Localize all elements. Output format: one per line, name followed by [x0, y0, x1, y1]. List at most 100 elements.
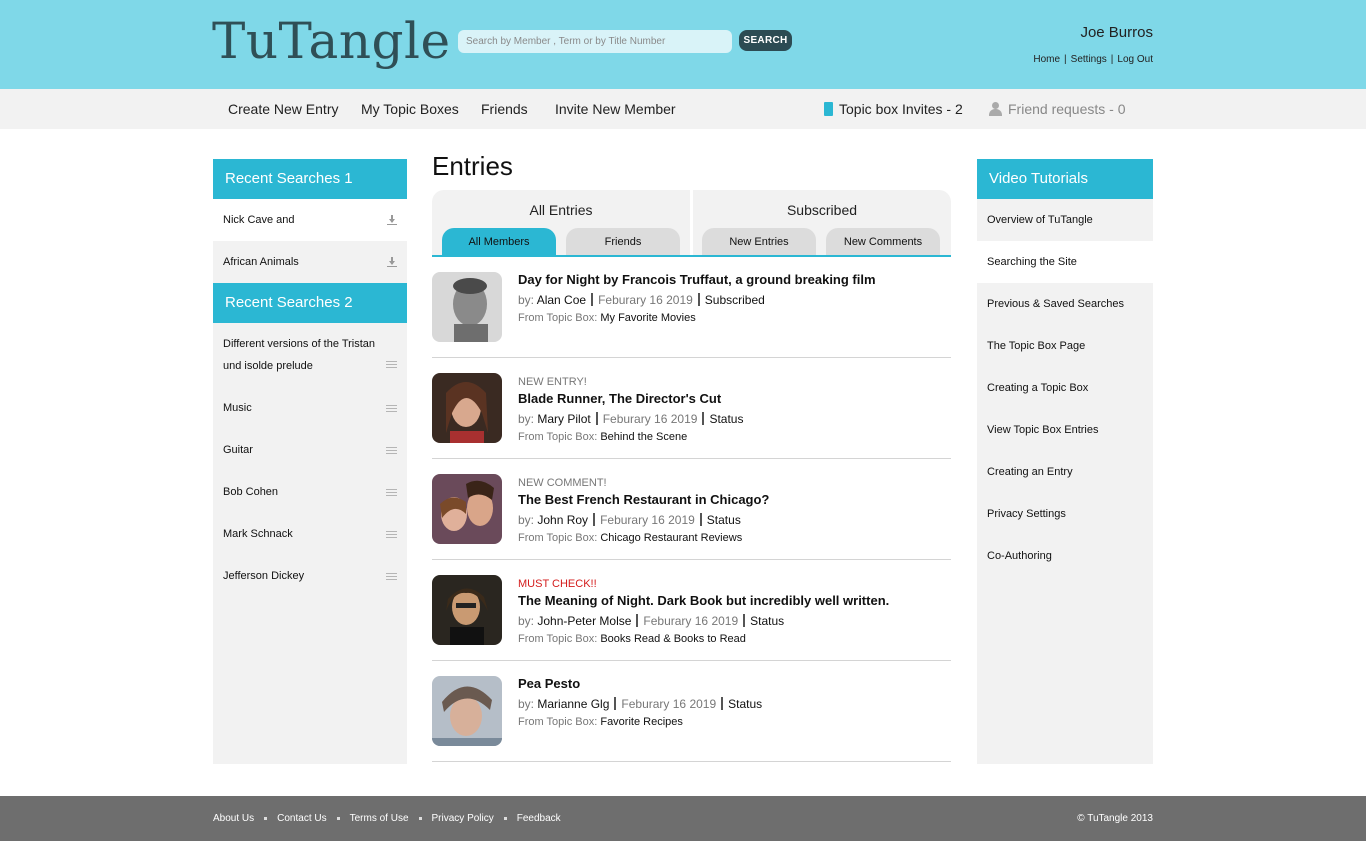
entry-date: Feburary 16 2019	[621, 697, 717, 711]
tab-friends[interactable]: Friends	[566, 228, 680, 255]
entry-topic-box: From Topic Box: Chicago Restaurant Revie…	[518, 532, 769, 544]
left-sidebar: Recent Searches 1 Nick Cave and African …	[213, 159, 407, 764]
tutorial-link[interactable]: Overview of TuTangle	[977, 199, 1153, 241]
recent-search-label: African Animals	[223, 256, 299, 268]
entry-title[interactable]: The Meaning of Night. Dark Book but incr…	[518, 593, 889, 608]
tutorial-link[interactable]: Creating an Entry	[977, 451, 1153, 493]
search-button[interactable]: SEARCH	[739, 30, 792, 51]
user-name: Joe Burros	[1080, 24, 1153, 41]
entry-row: MUST CHECK!! The Meaning of Night. Dark …	[432, 560, 951, 661]
nav-create-new-entry[interactable]: Create New Entry	[228, 101, 338, 117]
topic-box-invites-label: Topic box Invites - 2	[839, 101, 963, 117]
recent-search-label: Music	[223, 402, 252, 414]
tutorial-link[interactable]: The Topic Box Page	[977, 325, 1153, 367]
nav-friends[interactable]: Friends	[481, 101, 528, 117]
recent-search-item[interactable]: Music	[213, 387, 407, 429]
avatar[interactable]	[432, 575, 502, 645]
drag-handle-icon[interactable]	[386, 404, 397, 412]
recent-search-item[interactable]: Different versions of the Tristan und is…	[213, 323, 407, 387]
entry-title[interactable]: Blade Runner, The Director's Cut	[518, 391, 743, 406]
tab-all-members[interactable]: All Members	[442, 228, 556, 255]
footer-links: About Us Contact Us Terms of Use Privacy…	[213, 813, 561, 824]
topic-box-name[interactable]: Behind the Scene	[600, 431, 687, 443]
by-label: by:	[518, 412, 535, 426]
topic-box-name[interactable]: Chicago Restaurant Reviews	[600, 532, 742, 544]
avatar[interactable]	[432, 676, 502, 746]
drag-handle-icon[interactable]	[386, 530, 397, 538]
by-label: by:	[518, 513, 535, 527]
avatar[interactable]	[432, 272, 502, 342]
home-link[interactable]: Home	[1033, 54, 1060, 65]
drag-handle-icon[interactable]	[386, 446, 397, 454]
entry-text: Pea Pesto by: Marianne Glg Feburary 16 20…	[518, 676, 762, 728]
download-icon[interactable]	[387, 214, 397, 226]
logout-link[interactable]: Log Out	[1117, 54, 1153, 65]
from-label: From Topic Box:	[518, 431, 598, 443]
user-links: Home | Settings | Log Out	[1033, 54, 1153, 65]
bullet-separator	[264, 817, 268, 820]
entry-author[interactable]: John-Peter Molse	[537, 614, 631, 628]
footer-contact-link[interactable]: Contact Us	[277, 813, 326, 824]
page-title: Entries	[432, 151, 513, 181]
footer-terms-link[interactable]: Terms of Use	[350, 813, 409, 824]
entry-row: NEW COMMENT! The Best French Restaurant …	[432, 459, 951, 560]
entry-author[interactable]: John Roy	[537, 513, 588, 527]
recent-search-item[interactable]: Jefferson Dickey	[213, 555, 407, 597]
topic-box-name[interactable]: My Favorite Movies	[600, 312, 695, 324]
footer-feedback-link[interactable]: Feedback	[517, 813, 561, 824]
avatar[interactable]	[432, 373, 502, 443]
topic-box-invites[interactable]: Topic box Invites - 2	[824, 101, 963, 117]
nav-my-topic-boxes[interactable]: My Topic Boxes	[361, 101, 459, 117]
tab-new-entries[interactable]: New Entries	[702, 228, 816, 255]
entry-row: Day for Night by Francois Truffaut, a gr…	[432, 257, 951, 358]
entry-title[interactable]: Day for Night by Francois Truffaut, a gr…	[518, 272, 876, 287]
friend-requests[interactable]: Friend requests - 0	[988, 101, 1126, 117]
recent-search-item[interactable]: Guitar	[213, 429, 407, 471]
tutorial-link[interactable]: View Topic Box Entries	[977, 409, 1153, 451]
by-label: by:	[518, 614, 535, 628]
entry-author[interactable]: Marianne Glg	[537, 697, 609, 711]
link-separator: |	[1110, 54, 1114, 65]
site-logo[interactable]: TuTangle	[212, 12, 451, 70]
footer-about-link[interactable]: About Us	[213, 813, 254, 824]
right-sidebar: Video Tutorials Overview of TuTangle Sea…	[977, 159, 1153, 764]
recent-searches-2-heading: Recent Searches 2	[213, 283, 407, 323]
by-label: by:	[518, 293, 535, 307]
tab-new-comments[interactable]: New Comments	[826, 228, 940, 255]
avatar[interactable]	[432, 474, 502, 544]
entry-status: Status	[709, 412, 744, 426]
entry-author[interactable]: Alan Coe	[537, 293, 586, 307]
tutorial-link[interactable]: Creating a Topic Box	[977, 367, 1153, 409]
entry-title[interactable]: The Best French Restaurant in Chicago?	[518, 492, 769, 507]
search-input[interactable]	[458, 30, 732, 53]
tab-group-all-entries: All Entries All Members Friends	[432, 190, 690, 256]
entry-author[interactable]: Mary Pilot	[537, 412, 590, 426]
from-label: From Topic Box:	[518, 532, 598, 544]
tutorial-link[interactable]: Searching the Site	[977, 241, 1153, 283]
footer-privacy-link[interactable]: Privacy Policy	[432, 813, 494, 824]
entry-meta: by: Alan Coe Feburary 16 2019 Subscribed	[518, 293, 876, 307]
settings-link[interactable]: Settings	[1071, 54, 1107, 65]
recent-search-item[interactable]: African Animals	[213, 241, 407, 283]
entry-tag: NEW ENTRY!	[518, 376, 587, 388]
entry-title[interactable]: Pea Pesto	[518, 676, 762, 691]
drag-handle-icon[interactable]	[386, 360, 397, 368]
video-tutorials-heading: Video Tutorials	[977, 159, 1153, 199]
topic-box-name[interactable]: Books Read & Books to Read	[600, 633, 746, 645]
topic-box-name[interactable]: Favorite Recipes	[600, 716, 683, 728]
download-icon[interactable]	[387, 256, 397, 268]
tutorial-link[interactable]: Privacy Settings	[977, 493, 1153, 535]
from-label: From Topic Box:	[518, 716, 598, 728]
drag-handle-icon[interactable]	[386, 488, 397, 496]
recent-search-item[interactable]: Nick Cave and	[213, 199, 407, 241]
recent-search-label: Mark Schnack	[223, 528, 293, 540]
tutorial-link[interactable]: Co-Authoring	[977, 535, 1153, 577]
recent-search-item[interactable]: Bob Cohen	[213, 471, 407, 513]
nav-invite-new-member[interactable]: Invite New Member	[555, 101, 676, 117]
tutorial-link[interactable]: Previous & Saved Searches	[977, 283, 1153, 325]
recent-search-item[interactable]: Mark Schnack	[213, 513, 407, 555]
recent-search-label: Guitar	[223, 444, 253, 456]
drag-handle-icon[interactable]	[386, 572, 397, 580]
from-label: From Topic Box:	[518, 633, 598, 645]
entry-text: NEW ENTRY! Blade Runner, The Director's …	[518, 376, 743, 443]
